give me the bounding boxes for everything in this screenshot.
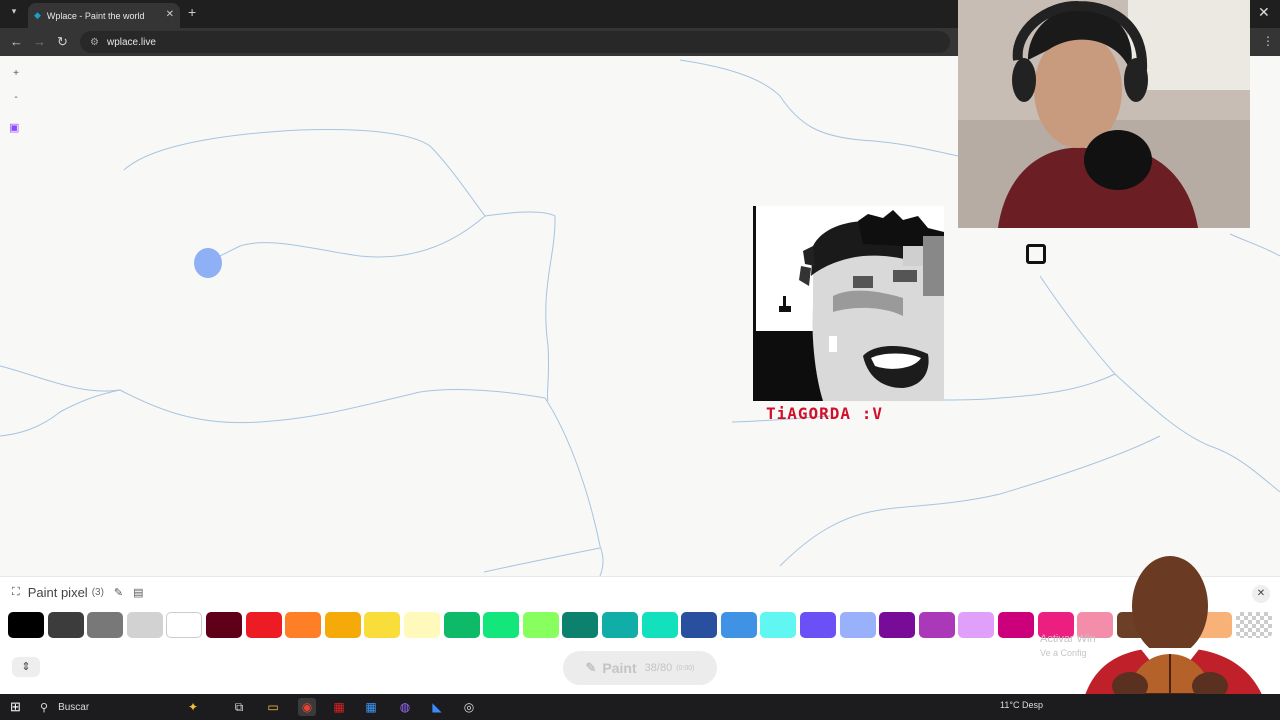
file-explorer-icon[interactable]: ▭ <box>264 698 282 716</box>
task-view-icon[interactable]: ⧉ <box>230 698 248 716</box>
wplace-favicon-icon: ◆ <box>34 10 41 20</box>
calendar-app-icon[interactable]: ▦ <box>362 698 380 716</box>
color-swatch[interactable] <box>245 612 282 638</box>
paint-button-label: Paint <box>602 660 637 676</box>
color-swatch[interactable] <box>562 612 599 638</box>
pixel-art-face <box>753 206 944 401</box>
overlay-image <box>1060 536 1280 720</box>
color-swatch[interactable] <box>206 612 242 638</box>
taskbar-search-placeholder: Buscar <box>58 701 90 713</box>
color-swatch[interactable] <box>126 612 163 638</box>
pencil-icon[interactable]: ✎ <box>114 586 123 599</box>
paint-progress: 38/80 <box>644 662 673 674</box>
zoom-in-button[interactable]: + <box>8 66 24 82</box>
paint-count: (3) <box>91 587 104 598</box>
twitch-icon[interactable]: ▣ <box>9 121 23 135</box>
color-swatch[interactable] <box>918 612 955 638</box>
webcam-overlay <box>958 0 1250 228</box>
vscode-icon[interactable]: ◣ <box>428 698 446 716</box>
discord-icon[interactable]: ◍ <box>396 698 414 716</box>
color-swatch[interactable] <box>404 612 440 638</box>
location-marker <box>194 248 222 278</box>
devc-icon[interactable]: ▦ <box>330 698 348 716</box>
paint-button[interactable]: ✎ Paint 38/80 (0:00) <box>563 651 717 685</box>
forward-arrow-icon[interactable]: → <box>33 34 46 49</box>
windows-taskbar: ⊞ ⚲ Buscar ✦ ⧉ ▭ ◉ ▦ ▦ ◍ ◣ ◎ 11°C Desp <box>0 694 1280 720</box>
color-swatch[interactable] <box>879 612 916 638</box>
new-tab-button[interactable]: + <box>188 4 196 20</box>
site-settings-icon[interactable]: ⚙ <box>90 37 99 48</box>
paint-coords: (0:00) <box>676 664 695 672</box>
color-swatch[interactable] <box>800 612 836 638</box>
weather-widget[interactable]: 11°C Desp <box>1000 700 1043 710</box>
color-swatch[interactable] <box>958 612 995 638</box>
tab-title: Wplace - Paint the world <box>46 10 145 21</box>
pixel-cursor <box>1026 244 1046 264</box>
chrome-icon[interactable]: ◉ <box>298 698 316 716</box>
search-icon: ⚲ <box>40 701 49 714</box>
color-swatch[interactable] <box>522 612 559 638</box>
color-swatch[interactable] <box>641 612 678 638</box>
brush-icon: ✎ <box>585 660 597 675</box>
url-text: wplace.live <box>106 36 156 48</box>
color-swatch[interactable] <box>443 612 480 638</box>
color-swatch[interactable] <box>47 612 84 638</box>
color-swatch[interactable] <box>760 612 797 638</box>
paint-panel-title: Paint pixel <box>27 585 88 600</box>
window-close-button[interactable]: ✕ <box>1258 4 1270 21</box>
expand-icon[interactable]: ⇕ <box>12 657 40 677</box>
copilot-sparkle-icon[interactable]: ✦ <box>184 698 202 716</box>
color-swatch[interactable] <box>483 612 520 638</box>
pixel-art-caption: TiAGORDA :V <box>766 404 883 423</box>
color-swatch[interactable] <box>324 612 361 638</box>
tab-close-icon[interactable]: ✕ <box>166 9 174 20</box>
color-swatch[interactable] <box>87 612 124 638</box>
collapse-icon[interactable]: ⛶ <box>12 586 20 599</box>
zoom-out-button[interactable]: - <box>8 90 24 106</box>
reload-icon[interactable]: ↻ <box>57 34 68 50</box>
tab-list-chevron-icon[interactable]: ▾ <box>6 6 22 22</box>
obs-icon[interactable]: ◎ <box>460 698 478 716</box>
back-arrow-icon[interactable]: ← <box>10 34 23 49</box>
browser-menu-icon[interactable]: ⋮ <box>1262 34 1274 48</box>
color-swatch[interactable] <box>8 612 44 638</box>
color-swatch[interactable] <box>166 612 203 638</box>
windows-start-icon[interactable]: ⊞ <box>10 699 21 715</box>
color-swatch[interactable] <box>602 612 638 638</box>
color-swatch[interactable] <box>364 612 401 638</box>
paint-panel-header: ⛶ Paint pixel (3) ✎ ▤ <box>12 585 144 600</box>
browser-tab[interactable]: ◆ Wplace - Paint the world ✕ <box>28 3 180 28</box>
picture-icon[interactable]: ▤ <box>133 586 143 599</box>
color-swatch[interactable] <box>285 612 322 638</box>
color-swatch[interactable] <box>681 612 718 638</box>
color-swatch[interactable] <box>839 612 876 638</box>
url-field[interactable]: ⚙ wplace.live <box>80 31 950 53</box>
color-swatch[interactable] <box>998 612 1034 638</box>
color-swatch[interactable] <box>720 612 757 638</box>
